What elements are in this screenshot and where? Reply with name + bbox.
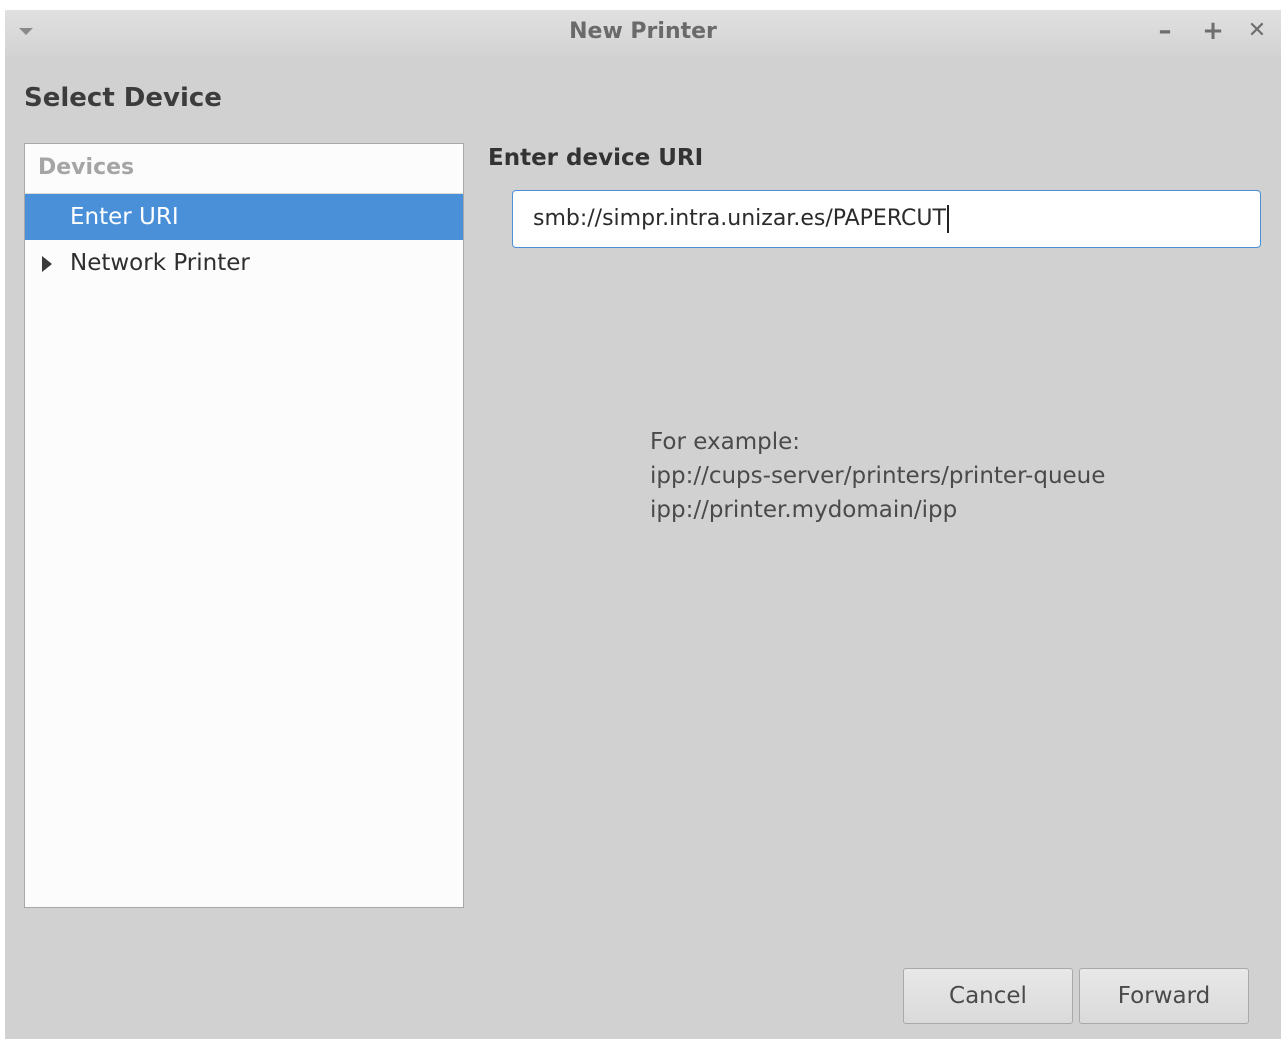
close-icon[interactable]: ✕ — [1242, 16, 1272, 46]
expander-arrow-icon[interactable] — [42, 256, 52, 272]
uri-input-text: smb://simpr.intra.unizar.es/PAPERCUT — [533, 206, 946, 231]
tree-item-enter-uri[interactable]: Enter URI — [25, 194, 463, 240]
uri-field-label: Enter device URI — [488, 145, 704, 171]
devices-tree[interactable]: Devices Enter URI Network Printer — [24, 143, 464, 908]
title-bar[interactable]: New Printer – + ✕ — [5, 10, 1281, 56]
tree-item-label: Enter URI — [70, 204, 179, 230]
tree-item-network-printer[interactable]: Network Printer — [25, 240, 463, 286]
cancel-button[interactable]: Cancel — [903, 968, 1073, 1024]
text-caret — [946, 205, 949, 233]
tree-item-label: Network Printer — [70, 250, 250, 276]
uri-example-text: For example: ipp://cups-server/printers/… — [650, 425, 1105, 527]
minimize-icon[interactable]: – — [1150, 16, 1180, 46]
example-line-2: ipp://printer.mydomain/ipp — [650, 497, 958, 523]
devices-column-header: Devices — [25, 144, 463, 194]
maximize-icon[interactable]: + — [1198, 16, 1228, 46]
new-printer-window: New Printer – + ✕ Select Device Devices … — [5, 10, 1281, 1039]
page-title: Select Device — [24, 83, 222, 113]
example-line-1: ipp://cups-server/printers/printer-queue — [650, 463, 1106, 489]
example-heading: For example: — [650, 429, 800, 455]
window-title: New Printer — [569, 19, 717, 44]
device-uri-input[interactable]: smb://simpr.intra.unizar.es/PAPERCUT — [512, 190, 1261, 248]
forward-button[interactable]: Forward — [1079, 968, 1249, 1024]
